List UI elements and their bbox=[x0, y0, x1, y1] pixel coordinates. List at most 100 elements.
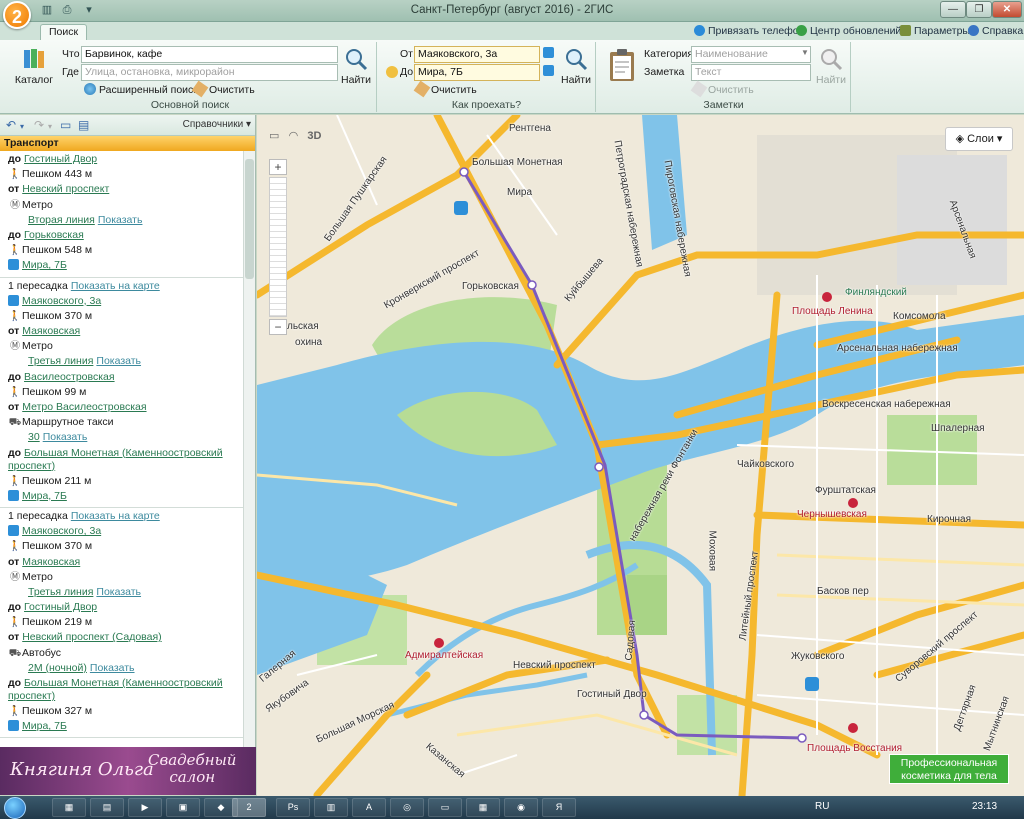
chevron-down-icon[interactable]: ▼ bbox=[801, 48, 809, 57]
app-task-icon[interactable]: ▣ bbox=[166, 798, 200, 817]
stop-link[interactable]: Невский проспект (Садовая) bbox=[22, 631, 161, 643]
show-on-map-link[interactable]: Показать на карте bbox=[71, 510, 160, 522]
stop-link[interactable]: Гостиный Двор bbox=[24, 601, 97, 613]
app-task-icon[interactable]: ▥ bbox=[314, 798, 348, 817]
help-link[interactable]: Справка bbox=[968, 25, 1023, 37]
zoom-slider[interactable] bbox=[269, 177, 287, 317]
stop-link[interactable]: Гостиный Двор bbox=[24, 153, 97, 165]
folder-task-icon[interactable]: ▤ bbox=[90, 798, 124, 817]
handbooks-dropdown[interactable]: Справочники ▾ bbox=[183, 119, 251, 130]
route-step: Третья линия Показать bbox=[0, 354, 243, 369]
notes-find-button[interactable]: Найти bbox=[815, 46, 847, 86]
stop-link[interactable]: Маяковская bbox=[22, 556, 80, 568]
line-link[interactable]: Третья линия bbox=[28, 586, 93, 598]
pick-to-icon[interactable] bbox=[543, 65, 554, 76]
params-link[interactable]: Параметры bbox=[900, 25, 970, 37]
show-link[interactable]: Показать bbox=[98, 214, 143, 226]
address-link[interactable]: Маяковского, 3а bbox=[22, 525, 101, 537]
line-link[interactable]: 30 bbox=[28, 431, 40, 443]
catalog-button[interactable]: Каталог bbox=[12, 46, 56, 86]
language-indicator[interactable]: RU bbox=[815, 801, 829, 812]
app-task-icon[interactable]: ◎ bbox=[390, 798, 424, 817]
view-3d-button[interactable]: 3D bbox=[307, 130, 321, 142]
app-task-icon[interactable]: ▦ bbox=[466, 798, 500, 817]
stop-link[interactable]: Маяковская bbox=[22, 325, 80, 337]
building-icon bbox=[8, 720, 19, 732]
address-link[interactable]: Маяковского, 3а bbox=[22, 295, 101, 307]
swap-icon[interactable] bbox=[386, 66, 398, 78]
forward-menu-icon[interactable]: ▾ bbox=[48, 122, 52, 131]
banner-brand: Княгиня Ольга bbox=[10, 759, 154, 780]
stop-link[interactable]: Метро Василеостровская bbox=[22, 401, 146, 413]
category-select[interactable]: Наименование bbox=[691, 46, 811, 63]
to-input[interactable]: Мира, 7Б bbox=[414, 64, 540, 81]
start-button[interactable] bbox=[4, 797, 26, 819]
notes-clear-button[interactable]: Очистить bbox=[690, 80, 754, 98]
route-find-button[interactable]: Найти bbox=[560, 46, 592, 86]
minimize-button[interactable]: — bbox=[940, 1, 966, 18]
address-link[interactable]: Мира, 7Б bbox=[22, 490, 67, 502]
show-link[interactable]: Показать bbox=[43, 431, 88, 443]
route-step: до Большая Монетная (Каменноостровский п… bbox=[8, 446, 223, 472]
yandex-task-icon[interactable]: Я bbox=[542, 798, 576, 817]
promo-button[interactable]: Профессиональная косметика для тела bbox=[889, 754, 1009, 784]
ruler-icon[interactable]: ▭ bbox=[269, 130, 279, 142]
advanced-search-button[interactable]: Расширенный поиск bbox=[84, 83, 198, 96]
print-icon[interactable]: ▤ bbox=[78, 118, 89, 132]
map-view[interactable]: ▭ ◠ 3D + − ◈ Слои ▾ Рентгена Большая Мон… bbox=[257, 115, 1024, 796]
address-link[interactable]: Мира, 7Б bbox=[22, 720, 67, 732]
show-link[interactable]: Показать bbox=[96, 355, 141, 367]
stop-link[interactable]: Василеостровская bbox=[24, 371, 115, 383]
line-link[interactable]: 2М (ночной) bbox=[28, 662, 87, 674]
radius-icon[interactable]: ◠ bbox=[289, 130, 299, 142]
show-link[interactable]: Показать bbox=[90, 662, 135, 674]
acrobat-task-icon[interactable]: A bbox=[352, 798, 386, 817]
show-link[interactable]: Показать bbox=[96, 586, 141, 598]
where-input[interactable]: Улица, остановка, микрорайон bbox=[81, 64, 338, 81]
tab-search[interactable]: Поиск bbox=[40, 24, 88, 41]
back-icon[interactable]: ↶ bbox=[6, 118, 16, 132]
find-button[interactable]: Найти bbox=[340, 46, 372, 86]
clock[interactable]: 23:13 bbox=[972, 801, 997, 812]
browser-task-icon[interactable]: ◉ bbox=[504, 798, 538, 817]
ad-banner[interactable]: Княгиня Ольга Свадебный салон bbox=[0, 747, 256, 795]
save-icon[interactable]: ▭ bbox=[60, 118, 71, 132]
stop-link[interactable]: Невский проспект bbox=[22, 183, 109, 195]
panel-scrollbar[interactable] bbox=[243, 151, 255, 747]
what-input[interactable]: Барвинок, кафе bbox=[81, 46, 338, 63]
line-link[interactable]: Вторая линия bbox=[28, 214, 95, 226]
layers-button[interactable]: ◈ Слои ▾ bbox=[945, 127, 1013, 151]
back-menu-icon[interactable]: ▾ bbox=[20, 122, 24, 131]
stop-link[interactable]: Большая Монетная (Каменноостровский прос… bbox=[8, 677, 223, 702]
route-step: ⛟Автобус bbox=[0, 646, 243, 661]
clear-button[interactable]: Очистить bbox=[191, 80, 255, 98]
zoom-out-button[interactable]: − bbox=[269, 319, 287, 335]
catalog-icon bbox=[24, 49, 44, 68]
scrollbar-thumb[interactable] bbox=[245, 159, 254, 279]
app-logo[interactable]: 2 bbox=[3, 1, 31, 29]
note-input[interactable]: Текст bbox=[691, 64, 811, 81]
route-clear-button[interactable]: Очистить bbox=[413, 80, 477, 98]
from-input[interactable]: Маяковского, 3а bbox=[414, 46, 540, 63]
stop-link[interactable]: Большая Монетная (Каменноостровский прос… bbox=[8, 447, 223, 472]
forward-icon[interactable]: ↷ bbox=[34, 118, 44, 132]
update-center-link[interactable]: Центр обновлений bbox=[796, 25, 901, 37]
maximize-button[interactable]: ❐ bbox=[966, 1, 992, 18]
stop-link[interactable]: Горьковская bbox=[24, 229, 84, 241]
app-task-icon[interactable]: ▭ bbox=[428, 798, 462, 817]
route-option: до Гостиный Двор 🚶Пешком 443 м от Невски… bbox=[0, 151, 243, 278]
zoom-in-button[interactable]: + bbox=[269, 159, 287, 175]
explorer-task-icon[interactable]: ▦ bbox=[52, 798, 86, 817]
photoshop-task-icon[interactable]: Ps bbox=[276, 798, 310, 817]
2gis-task-icon[interactable]: 2 bbox=[232, 798, 266, 817]
bind-phone-link[interactable]: Привязать телефон bbox=[694, 25, 804, 37]
pick-from-icon[interactable] bbox=[543, 47, 554, 58]
close-button[interactable]: ✕ bbox=[992, 1, 1022, 18]
map-label: Моховая bbox=[706, 530, 718, 572]
media-task-icon[interactable]: ▶ bbox=[128, 798, 162, 817]
route-step: Ⓜ Метро bbox=[0, 570, 243, 585]
address-link[interactable]: Мира, 7Б bbox=[22, 259, 67, 271]
route-step: 🚶Пешком 548 м bbox=[0, 243, 243, 258]
show-on-map-link[interactable]: Показать на карте bbox=[71, 280, 160, 292]
line-link[interactable]: Третья линия bbox=[28, 355, 93, 367]
